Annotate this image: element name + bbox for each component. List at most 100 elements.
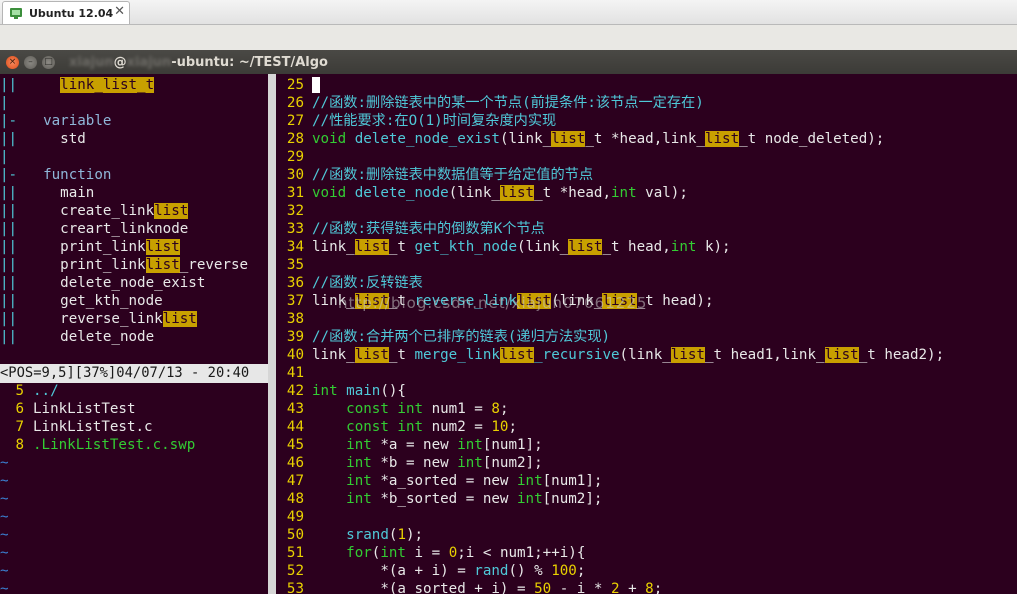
- code-line[interactable]: 51 for(int i = 0;i < num1;++i){: [276, 544, 585, 562]
- code-line[interactable]: 49: [276, 508, 312, 526]
- code-token: (){: [380, 383, 406, 399]
- tagbar-row[interactable]: || delete_node: [0, 328, 154, 346]
- code-line[interactable]: 44 const int num2 = 10;: [276, 418, 517, 436]
- tagbar-row[interactable]: |- variable: [0, 112, 111, 130]
- file-name[interactable]: LinkListTest.c: [33, 419, 153, 435]
- window-minimize-button[interactable]: –: [24, 55, 37, 69]
- file-explorer-row[interactable]: 6 LinkListTest: [0, 400, 136, 418]
- code-token: num1 =: [423, 401, 492, 417]
- code-token: (link_: [499, 131, 552, 147]
- code-line[interactable]: 48 int *b_sorted = new int[num2];: [276, 490, 603, 508]
- code-token: (link_: [551, 293, 603, 309]
- fold-gutter: ||: [0, 203, 18, 219]
- code-line[interactable]: 36 //函数:反转链表: [276, 274, 423, 292]
- tagbar-row[interactable]: |: [0, 94, 26, 112]
- code-line[interactable]: 25: [276, 76, 320, 94]
- tagbar-row[interactable]: || std: [0, 130, 86, 148]
- line-number: 49: [286, 509, 304, 525]
- code-line[interactable]: 34 link_list_t get_kth_node(link_list_t h…: [276, 238, 731, 256]
- code-token: [num2];: [542, 491, 603, 507]
- code-token: //函数:删除链表中数据值等于给定值的节点: [312, 167, 594, 183]
- window-close-button[interactable]: ×: [6, 55, 19, 69]
- vertical-split-separator[interactable]: [268, 74, 276, 594]
- code-line[interactable]: 41: [276, 364, 312, 382]
- line-number: 32: [286, 203, 304, 219]
- code-line[interactable]: 32: [276, 202, 312, 220]
- fold-gutter: ||: [0, 239, 18, 255]
- text-cursor: [312, 77, 320, 93]
- code-line[interactable]: 42 int main(){: [276, 382, 406, 400]
- code-token: std: [26, 131, 86, 147]
- code-token: variable: [26, 113, 112, 129]
- tagbar-row[interactable]: || reverse_linklist: [0, 310, 197, 328]
- tab-ubuntu[interactable]: Ubuntu 12.04 ✕: [2, 1, 130, 24]
- code-token: 8: [645, 581, 654, 594]
- code-line[interactable]: 45 int *a = new int[num1];: [276, 436, 543, 454]
- code-token: (link_: [517, 239, 569, 255]
- code-line[interactable]: 28 void delete_node_exist(link_list_t *he…: [276, 130, 884, 148]
- file-name[interactable]: LinkListTest: [33, 401, 136, 417]
- file-name[interactable]: ../: [33, 383, 59, 399]
- line-number: 40: [286, 347, 304, 363]
- file-explorer-row[interactable]: 5 ../: [0, 382, 59, 400]
- window-title: xiajun@xiajun-ubuntu: ~/TEST/Algo: [69, 54, 328, 70]
- code-line[interactable]: 29: [276, 148, 312, 166]
- editor-pane[interactable]: 25 26 //函数:删除链表中的某一个节点(前提条件:该节点一定存在) 27 //性能…: [276, 74, 1017, 594]
- code-line[interactable]: 26 //函数:删除链表中的某一个节点(前提条件:该节点一定存在): [276, 94, 704, 112]
- tagbar-row[interactable]: || link_list_t: [0, 76, 155, 94]
- tagbar-row[interactable]: || main: [0, 184, 94, 202]
- code-token: ;: [653, 581, 663, 594]
- code-line[interactable]: 52 *(a + i) = rand() % 100;: [276, 562, 585, 580]
- code-token: int: [610, 185, 637, 201]
- code-line[interactable]: 43 const int num1 = 8;: [276, 400, 509, 418]
- tagbar-row[interactable]: || creart_linknode: [0, 220, 188, 238]
- window-titlebar[interactable]: × – □ xiajun@xiajun-ubuntu: ~/TEST/Algo: [0, 50, 1017, 74]
- tagbar-row[interactable]: || print_linklist_reverse: [0, 256, 248, 274]
- code-token: list: [602, 293, 637, 309]
- terminal[interactable]: || link_list_t | |- variable || std | |- func…: [0, 74, 1017, 594]
- tagbar-row[interactable]: || print_linklist: [0, 238, 180, 256]
- left-pane[interactable]: || link_list_t | |- variable || std | |- func…: [0, 74, 268, 594]
- code-token: link_: [312, 347, 355, 363]
- code-token: 2: [610, 581, 620, 594]
- window-maximize-button[interactable]: □: [42, 55, 55, 69]
- code-line[interactable]: 40 link_list_t merge_linklist_recursive(l…: [276, 346, 944, 364]
- tagbar-row[interactable]: |- function: [0, 166, 111, 184]
- code-line[interactable]: 30 //函数:删除链表中数据值等于给定值的节点: [276, 166, 593, 184]
- code-line[interactable]: 53 *(a_sorted + i) = 50 - i * 2 + 8;: [276, 580, 662, 594]
- code-token: list: [162, 311, 197, 327]
- code-line[interactable]: 46 int *b = new int[num2];: [276, 454, 543, 472]
- code-token: merge_link: [414, 347, 500, 363]
- code-token: _t head1,link_: [704, 347, 825, 363]
- code-line[interactable]: 39 //函数:合并两个已排序的链表(递归方法实现): [276, 328, 610, 346]
- tab-strip: Ubuntu 12.04 ✕: [0, 0, 1017, 25]
- code-line[interactable]: 35: [276, 256, 312, 274]
- tab-title: Ubuntu 12.04: [29, 6, 114, 20]
- empty-line-tilde: ~: [0, 491, 9, 507]
- code-line[interactable]: 27 //性能要求:在O(1)时间复杂度内实现: [276, 112, 556, 130]
- line-number: 26: [286, 95, 304, 111]
- line-number: 30: [286, 167, 304, 183]
- code-token: int: [346, 473, 372, 489]
- code-token: () %: [508, 563, 552, 579]
- file-explorer-row[interactable]: 7 LinkListTest.c: [0, 418, 153, 436]
- code-line[interactable]: 47 int *a_sorted = new int[num1];: [276, 472, 603, 490]
- code-token: 10: [491, 419, 509, 435]
- code-token: _t head2);: [858, 347, 945, 363]
- fold-gutter: ||: [0, 185, 18, 201]
- tagbar-row[interactable]: |: [0, 148, 26, 166]
- tagbar-row[interactable]: || create_linklist: [0, 202, 189, 220]
- file-name[interactable]: .LinkListTest.c.swp: [33, 437, 195, 453]
- file-explorer-row[interactable]: 8 .LinkListTest.c.swp: [0, 436, 195, 454]
- code-line[interactable]: 50 srand(1);: [276, 526, 423, 544]
- tagbar-row[interactable]: || get_kth_node: [0, 292, 163, 310]
- code-line[interactable]: 31 void delete_node(link_list_t *head,int…: [276, 184, 688, 202]
- code-line[interactable]: 33 //函数:获得链表中的倒数第K个节点: [276, 220, 545, 238]
- code-line[interactable]: 38: [276, 310, 312, 328]
- tab-close-icon[interactable]: ✕: [114, 4, 125, 19]
- code-token: list: [354, 347, 389, 363]
- code-line[interactable]: 37 link_list_t reverse_linklist(link_list…: [276, 292, 713, 310]
- tagbar-row[interactable]: || delete_node_exist: [0, 274, 205, 292]
